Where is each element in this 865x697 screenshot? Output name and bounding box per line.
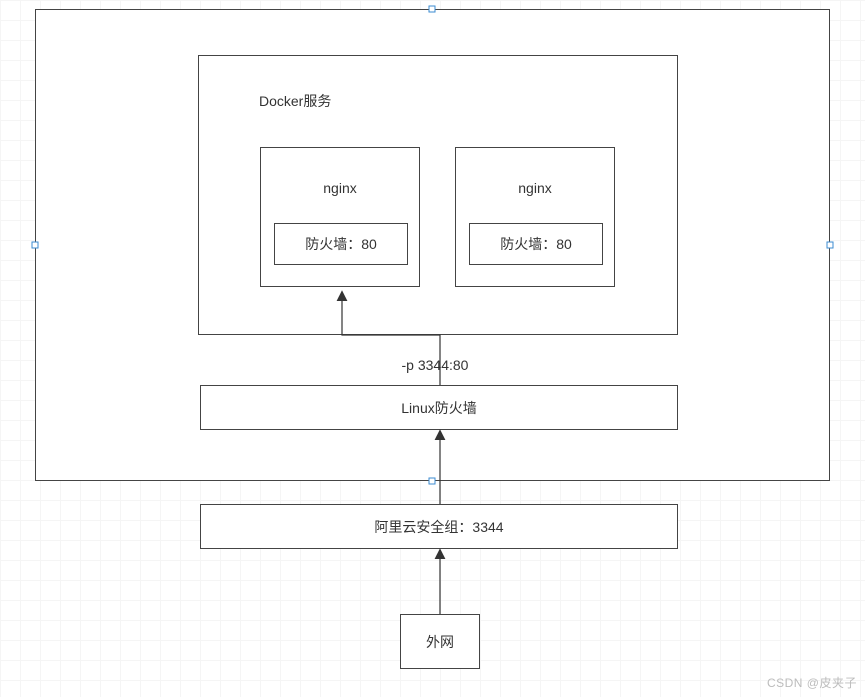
nginx-right-title: nginx <box>456 180 614 196</box>
linux-firewall-label: Linux防火墙 <box>401 398 476 418</box>
diagram-canvas: Docker服务 nginx 防火墙：80 nginx 防火墙：80 -p 33… <box>0 0 865 697</box>
handle-right[interactable] <box>827 242 834 249</box>
nginx-left-title: nginx <box>261 180 419 196</box>
security-group-label: 阿里云安全组：3344 <box>374 517 503 537</box>
nginx-container-right[interactable]: nginx 防火墙：80 <box>455 147 615 287</box>
external-network-box[interactable]: 外网 <box>400 614 480 669</box>
nginx-right-firewall-label: 防火墙：80 <box>500 234 572 254</box>
handle-top[interactable] <box>429 6 436 13</box>
security-group-box[interactable]: 阿里云安全组：3344 <box>200 504 678 549</box>
handle-bottom[interactable] <box>429 478 436 485</box>
external-network-label: 外网 <box>426 632 454 652</box>
linux-firewall-box[interactable]: Linux防火墙 <box>200 385 678 430</box>
nginx-left-firewall-label: 防火墙：80 <box>305 234 377 254</box>
nginx-container-left[interactable]: nginx 防火墙：80 <box>260 147 420 287</box>
nginx-right-firewall-box[interactable]: 防火墙：80 <box>469 223 603 265</box>
handle-left[interactable] <box>32 242 39 249</box>
watermark: CSDN @皮夹子 <box>767 674 857 691</box>
port-mapping-label: -p 3344:80 <box>345 357 525 373</box>
nginx-left-firewall-box[interactable]: 防火墙：80 <box>274 223 408 265</box>
docker-service-title: Docker服务 <box>259 91 331 111</box>
